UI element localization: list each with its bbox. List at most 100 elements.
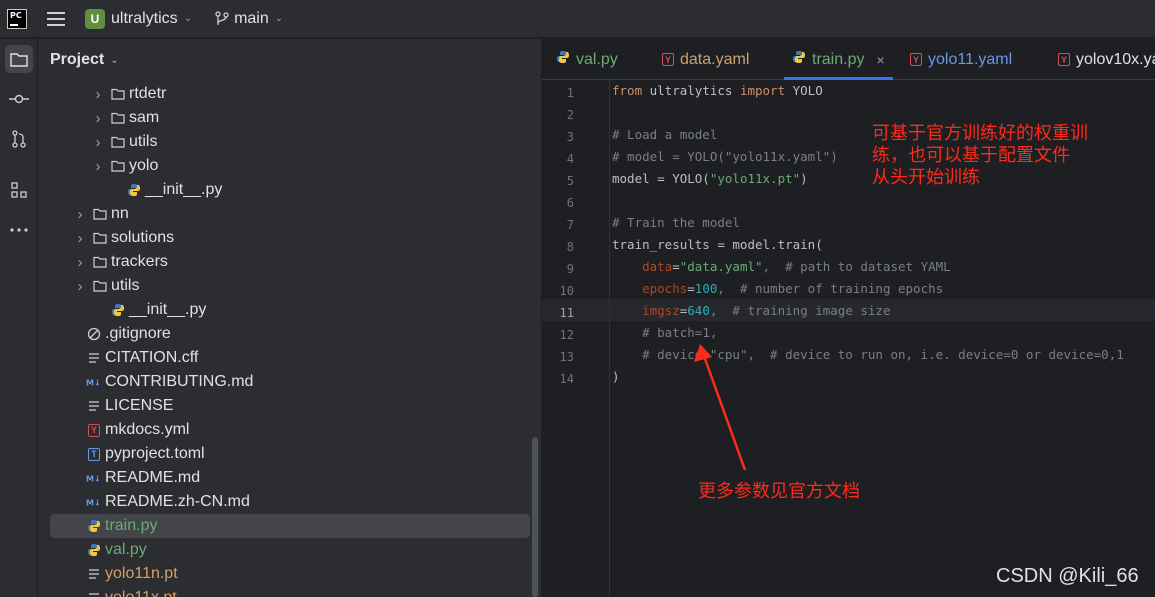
tab-label: yolo11.yaml <box>928 50 1013 68</box>
tree-item[interactable]: Ymkdocs.yml <box>50 418 530 442</box>
tree-item-label: train.py <box>105 517 158 534</box>
python-icon <box>556 50 570 69</box>
tree-item-label: solutions <box>111 229 175 246</box>
tree-item[interactable]: yolo11n.pt <box>50 562 530 586</box>
chevron-down-icon[interactable]: ⌄ <box>110 55 118 66</box>
line-number: 8 <box>566 240 574 254</box>
annotation-note-1: 可基于官方训练好的权重训 练，也可以基于配置文件 从头开始训练 <box>872 123 1088 189</box>
tree-item[interactable]: LICENSE <box>50 394 530 418</box>
code-line-8[interactable]: train_results = model.train( <box>612 237 823 252</box>
chevron-down-icon[interactable]: ⌄ <box>275 13 283 24</box>
tree-item-label: LICENSE <box>105 397 174 414</box>
tree-item[interactable]: __init__.py <box>50 178 530 202</box>
project-folder-icon[interactable] <box>5 45 33 73</box>
gitignore-icon <box>86 326 102 342</box>
tree-item[interactable]: › trackers <box>50 250 530 274</box>
tree-item[interactable]: M↓ CONTRIBUTING.md <box>50 370 530 394</box>
tree-item[interactable]: CITATION.cff <box>50 346 530 370</box>
tab-label: val.py <box>576 50 618 68</box>
folder-icon <box>92 230 108 246</box>
line-number: 9 <box>566 262 574 276</box>
folder-icon <box>110 110 126 126</box>
git-branch-icon[interactable] <box>214 10 230 27</box>
line-number: 4 <box>566 152 574 166</box>
annotation-line: 从头开始训练 <box>872 167 980 188</box>
chevron-right-icon[interactable]: › <box>92 134 104 151</box>
tree-item-label: __init__.py <box>145 181 223 198</box>
markdown-icon: M↓ <box>86 470 102 486</box>
chevron-right-icon[interactable]: › <box>92 158 104 175</box>
scrollbar[interactable] <box>532 437 538 597</box>
tree-item[interactable]: › nn <box>50 202 530 226</box>
watermark: CSDN @Kili_66 <box>996 565 1139 587</box>
chevron-right-icon[interactable]: › <box>74 254 86 271</box>
tree-item[interactable]: M↓ README.zh-CN.md <box>50 490 530 514</box>
line-number: 5 <box>566 174 574 188</box>
tool-window-stripe <box>0 39 38 597</box>
code-line-12[interactable]: # batch=1, <box>612 325 717 340</box>
code-line-7[interactable]: # Train the model <box>612 215 740 230</box>
chevron-right-icon[interactable]: › <box>92 86 104 103</box>
tree-item-label: nn <box>111 205 129 222</box>
yaml-icon: Y <box>86 422 102 438</box>
line-number: 10 <box>559 284 574 298</box>
tree-item[interactable]: yolo11x.pt <box>50 586 530 597</box>
code-line-9[interactable]: data="data.yaml", # path to dataset YAML <box>612 259 951 274</box>
line-number: 6 <box>566 196 574 210</box>
project-name[interactable]: ultralytics <box>111 10 178 28</box>
tree-item[interactable]: __init__.py <box>50 298 530 322</box>
panel-title[interactable]: Project ⌄ <box>50 51 119 69</box>
pull-requests-icon[interactable] <box>5 125 33 153</box>
branch-name[interactable]: main <box>234 10 269 28</box>
tab-yolov10x-yaml[interactable]: Y yolov10x.yaml <box>1058 39 1155 80</box>
tree-item-label: sam <box>129 109 160 126</box>
project-badge[interactable]: U <box>85 8 105 29</box>
commit-icon[interactable] <box>5 85 33 113</box>
chevron-down-icon[interactable]: ⌄ <box>184 13 192 24</box>
code-line-13[interactable]: # device="cpu", # device to run on, i.e.… <box>612 347 1124 362</box>
code-line-1[interactable]: from ultralytics import YOLO <box>612 83 823 98</box>
tree-item[interactable]: › solutions <box>50 226 530 250</box>
tab-yolo11-yaml[interactable]: Y yolo11.yaml <box>910 39 1012 80</box>
tab-label: data.yaml <box>680 50 750 68</box>
more-icon[interactable] <box>5 216 33 244</box>
line-number: 2 <box>566 108 574 122</box>
code-line-14[interactable]: ) <box>612 369 620 384</box>
tree-item-label: yolo <box>129 157 159 174</box>
tree-item-label: README.md <box>105 469 201 486</box>
tree-item[interactable]: › yolo <box>50 154 530 178</box>
text-file-icon <box>86 398 102 414</box>
tree-item[interactable]: M↓ README.md <box>50 466 530 490</box>
toml-icon: T <box>86 446 102 462</box>
python-icon <box>792 50 806 69</box>
tree-item[interactable]: Tpyproject.toml <box>50 442 530 466</box>
close-icon[interactable]: × <box>876 52 884 68</box>
code-line-11[interactable]: imgsz=640, # training image size <box>612 303 890 318</box>
tab-train-py[interactable]: train.py × <box>784 39 893 80</box>
chevron-right-icon[interactable]: › <box>92 110 104 127</box>
structure-icon[interactable] <box>5 176 33 204</box>
tree-item[interactable]: › sam <box>50 106 530 130</box>
tab-data-yaml[interactable]: Y data.yaml <box>662 39 749 80</box>
main-menu-icon[interactable] <box>47 11 65 26</box>
tree-item-label: trackers <box>111 253 168 270</box>
tree-item[interactable]: › rtdetr <box>50 82 530 106</box>
tree-item[interactable]: train.py <box>50 514 530 538</box>
code-line-4[interactable]: # model = YOLO("yolo11x.yaml") <box>612 149 838 164</box>
tab-val-py[interactable]: val.py <box>556 39 618 80</box>
chevron-right-icon[interactable]: › <box>74 206 86 223</box>
code-line-3[interactable]: # Load a model <box>612 127 717 142</box>
svg-text:M↓: M↓ <box>86 379 101 388</box>
tree-item[interactable]: › utils <box>50 274 530 298</box>
tab-label: yolov10x.yaml <box>1076 50 1155 68</box>
python-icon <box>110 302 126 318</box>
chevron-right-icon[interactable]: › <box>74 278 86 295</box>
tree-item[interactable]: .gitignore <box>50 322 530 346</box>
code-line-10[interactable]: epochs=100, # number of training epochs <box>612 281 943 296</box>
text-file-icon <box>86 590 102 597</box>
code-line-5[interactable]: model = YOLO("yolo11x.pt") <box>612 171 808 186</box>
chevron-right-icon[interactable]: › <box>74 230 86 247</box>
tree-item[interactable]: val.py <box>50 538 530 562</box>
tree-item-label: rtdetr <box>129 85 167 102</box>
tree-item[interactable]: › utils <box>50 130 530 154</box>
